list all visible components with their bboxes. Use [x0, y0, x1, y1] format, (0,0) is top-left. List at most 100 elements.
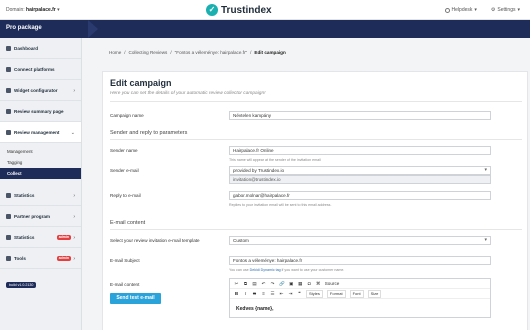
- undo-icon[interactable]: ↶: [261, 281, 266, 287]
- template-label: Select your review invitation e-mail tem…: [110, 238, 200, 243]
- chevron-right-icon: ›: [73, 193, 75, 199]
- domain-indicator: Domain: hairpalace.fr ▾: [6, 7, 60, 13]
- section-sender-title: Sender and reply to parameters: [110, 130, 188, 136]
- source-button[interactable]: Source: [325, 281, 340, 286]
- sidebar-item-label: Dashboard: [14, 45, 38, 51]
- chevron-down-icon: ▾: [484, 237, 487, 243]
- admin-badge: admin: [56, 256, 71, 261]
- divider: [110, 139, 522, 140]
- editor-text[interactable]: Kedves {name},: [236, 306, 274, 312]
- sidebar-item-review-management[interactable]: Review management ⌄: [0, 122, 81, 143]
- redo-icon[interactable]: ↷: [270, 281, 275, 287]
- edit-campaign-card: Edit campaign Here you can set the detai…: [102, 71, 528, 330]
- top-right-menu: Helpdesk ▾ ⚙ Settings ▾: [444, 7, 520, 13]
- sidebar-item-widget-configurator[interactable]: Widget configurator ›: [0, 80, 81, 101]
- chevron-right-icon: ›: [73, 88, 75, 94]
- sidebar-item-admin-statistics[interactable]: Statistics admin ›: [0, 227, 81, 248]
- helpdesk-link[interactable]: Helpdesk ▾: [444, 7, 477, 13]
- format-select[interactable]: Format: [326, 289, 346, 298]
- paste-icon[interactable]: ▤: [252, 281, 257, 287]
- campaign-name-label: Campaign name: [110, 113, 144, 118]
- indent-icon[interactable]: ⇥: [288, 291, 293, 297]
- sidebar-item-label: Review summary page: [14, 108, 64, 114]
- sidebar-item-tools[interactable]: Tools admin ›: [0, 248, 81, 269]
- copy-icon[interactable]: ⧉: [243, 281, 248, 286]
- campaign-name-input[interactable]: [229, 111, 491, 120]
- font-select[interactable]: Font: [349, 289, 364, 298]
- styles-select[interactable]: Styles: [306, 289, 323, 298]
- sidebar-subitem-collect[interactable]: Collect: [0, 168, 81, 179]
- sidebar-subitem-tagging[interactable]: Tagging: [0, 157, 81, 168]
- editor-toolbar-row-2: B I S ≡ ☰ ⇤ ⇥ ❝ Styles Format Font Size: [230, 289, 490, 299]
- sidebar: Dashboard Connect platforms Widget confi…: [0, 38, 82, 330]
- package-band: Pro package: [0, 20, 530, 38]
- outdent-icon[interactable]: ⇤: [279, 291, 284, 297]
- sidebar-item-label: Statistics: [14, 234, 35, 240]
- admin-badge: admin: [56, 235, 71, 240]
- package-label: Pro package: [6, 25, 42, 31]
- top-bar: Domain: hairpalace.fr ▾ ✓ Trustindex Hel…: [0, 0, 530, 20]
- package-notch: [88, 20, 98, 38]
- template-select-value: Custom: [233, 238, 249, 243]
- chevron-down-icon[interactable]: ▾: [57, 7, 60, 13]
- partner-icon: [6, 213, 11, 219]
- italic-icon[interactable]: I: [243, 291, 248, 296]
- breadcrumb-home[interactable]: Home: [109, 50, 121, 55]
- sender-name-input[interactable]: [229, 146, 491, 155]
- brand-name: Trustindex: [221, 4, 272, 16]
- chevron-right-icon: ›: [73, 235, 75, 241]
- breadcrumb-campaign[interactable]: "Fontos a véleménye: hairpalace.fr": [175, 50, 247, 55]
- settings-label: Settings: [497, 7, 516, 13]
- chevron-down-icon: ▾: [474, 7, 477, 13]
- chart-icon: [6, 234, 11, 240]
- chevron-down-icon: ▾: [484, 167, 487, 173]
- editor-toolbar-row-1: ✂ ⧉ ▤ ↶ ↷ 🔗 ▣ ▦ Ω ⌘ Source: [230, 279, 490, 289]
- brand[interactable]: ✓ Trustindex: [206, 4, 272, 16]
- breadcrumb-collecting[interactable]: Collecting Reviews: [129, 50, 168, 55]
- sidebar-item-partner-program[interactable]: Partner program ›: [0, 206, 81, 227]
- sidebar-item-connect-platforms[interactable]: Connect platforms: [0, 59, 81, 80]
- special-char-icon[interactable]: Ω: [307, 281, 312, 286]
- cut-icon[interactable]: ✂: [234, 281, 239, 287]
- source-icon[interactable]: ⌘: [316, 281, 321, 287]
- table-icon[interactable]: ▦: [298, 281, 303, 287]
- link-icon[interactable]: 🔗: [279, 281, 285, 287]
- template-select[interactable]: Custom ▾: [229, 236, 491, 245]
- sidebar-subitem-management[interactable]: Management: [0, 146, 81, 157]
- sender-email-select-value: provided by Trustindex.io: [233, 168, 285, 173]
- sender-email-label: Sender e-mail: [110, 168, 139, 173]
- size-select[interactable]: Size: [367, 289, 382, 298]
- reply-to-help: Replies to your invitation email will be…: [229, 203, 332, 207]
- bold-icon[interactable]: B: [234, 291, 239, 296]
- sidebar-item-statistics[interactable]: Statistics ›: [0, 185, 81, 206]
- bullet-list-icon[interactable]: ☰: [270, 291, 275, 297]
- page-icon: [6, 108, 11, 114]
- chevron-right-icon: ›: [73, 214, 75, 220]
- sidebar-item-label: Partner program: [14, 213, 50, 219]
- email-content-editor[interactable]: ✂ ⧉ ▤ ↶ ↷ 🔗 ▣ ▦ Ω ⌘ Source B I S ≡ ☰ ⇤ ⇥: [229, 278, 491, 318]
- numbered-list-icon[interactable]: ≡: [261, 291, 266, 296]
- trustindex-logo-icon: ✓: [206, 4, 218, 16]
- subject-input[interactable]: [229, 256, 491, 265]
- image-icon[interactable]: ▣: [289, 281, 294, 287]
- sidebar-item-review-summary[interactable]: Review summary page: [0, 101, 81, 122]
- quote-icon[interactable]: ❝: [297, 291, 302, 297]
- subject-help: You can use Dekidi Dynamic tag if you wa…: [229, 268, 345, 272]
- dynamic-tag-link[interactable]: Dekidi Dynamic tag: [250, 268, 281, 272]
- sidebar-item-dashboard[interactable]: Dashboard: [0, 38, 81, 59]
- sender-name-label: Sender name: [110, 148, 138, 153]
- help-icon: [444, 7, 450, 13]
- dashboard-icon: [6, 45, 11, 51]
- widget-icon: [6, 87, 11, 93]
- send-test-email-button[interactable]: Send test e-mail: [110, 293, 161, 304]
- divider: [110, 101, 522, 102]
- page-subtitle: Here you can set the details of your aut…: [110, 91, 266, 96]
- sender-email-select[interactable]: provided by Trustindex.io ▾: [229, 166, 491, 175]
- gear-icon: ⚙: [490, 7, 496, 13]
- sender-email-value: invitation@trustindex.io: [229, 175, 491, 184]
- settings-link[interactable]: ⚙ Settings ▾: [491, 7, 520, 13]
- strikethrough-icon[interactable]: S: [252, 291, 257, 296]
- domain-value[interactable]: hairpalace.fr: [26, 7, 56, 13]
- build-version-badge: build v1.0.2130: [6, 282, 37, 288]
- reply-to-input[interactable]: [229, 191, 491, 200]
